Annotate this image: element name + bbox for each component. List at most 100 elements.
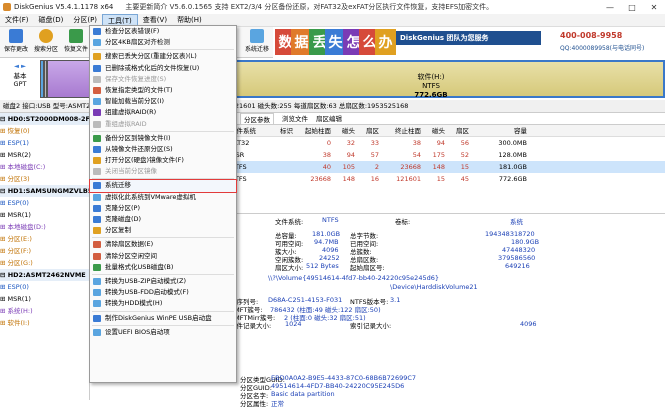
- menu-separator: [92, 178, 234, 180]
- tree-partition-node[interactable]: ⊞ ESP(0): [0, 281, 89, 293]
- app-logo-icon: [3, 3, 11, 11]
- save-changes-button[interactable]: 保存更改: [1, 29, 31, 57]
- tools-menu-item[interactable]: 打开分区(硬盘)镜像文件(F): [90, 155, 236, 166]
- tools-menu-item[interactable]: 清除分区空闲空间: [90, 251, 236, 262]
- detail-totalbytes-value: 194348318720: [485, 230, 535, 238]
- tools-menu-item[interactable]: 系统迁移: [89, 179, 237, 193]
- tree-partition-node[interactable]: ⊞ 软件(I:): [0, 317, 89, 329]
- next-disk-button[interactable]: ►: [21, 62, 26, 70]
- column-header[interactable]: 起始柱面: [295, 125, 333, 136]
- tools-menu-item[interactable]: 分区复制: [90, 225, 236, 236]
- tree-disk-node[interactable]: ⊟ HD1:SAMSUNGMZVLB512: [0, 185, 89, 197]
- tools-menu-item[interactable]: 清除扇区数据(E): [90, 239, 236, 250]
- prev-disk-button[interactable]: ◄: [14, 62, 19, 70]
- menu-file[interactable]: 文件(F): [0, 14, 34, 27]
- tree-partition-node[interactable]: ⊞ 分区(G:): [0, 257, 89, 269]
- tools-menu-item[interactable]: 搜索已丢失分区(重建分区表)(L): [90, 51, 236, 62]
- menu-item-label: 清除扇区数据(E): [105, 240, 154, 249]
- detail-device-path: \Device\HarddiskVolume21: [390, 283, 478, 291]
- menu-item-icon: [93, 289, 101, 297]
- tools-menu-item[interactable]: 检查分区表错误(F): [90, 26, 236, 37]
- table-cell: 94: [436, 139, 445, 147]
- tools-menu-item[interactable]: 智能加载当前分区(I): [90, 96, 236, 107]
- column-header[interactable]: 扇区: [357, 125, 381, 136]
- disk-nav: ◄ ► 基本 GPT: [3, 62, 37, 88]
- tools-menu-item[interactable]: 制作DiskGenius WinPE USB启动盘: [90, 313, 236, 324]
- table-cell: 181.0GB: [498, 163, 527, 171]
- tree-partition-node[interactable]: ⊞ 本地磁盘(C:): [0, 161, 89, 173]
- system-migration-button[interactable]: 系统迁移: [240, 29, 274, 57]
- menu-item-icon: [93, 39, 101, 47]
- search-partition-button[interactable]: 搜索分区: [31, 29, 61, 57]
- column-header[interactable]: 磁头: [333, 125, 357, 136]
- tree-partition-node[interactable]: ⊞ MSR(1): [0, 293, 89, 305]
- menu-item-label: 智能加载当前分区(I): [105, 97, 164, 106]
- partition-segment-software[interactable]: 软件(H:) NTFS 772.6GB: [197, 60, 665, 99]
- tools-menu-item[interactable]: 已删除或格式化后的文件恢复(U): [90, 63, 236, 74]
- detail-freeclus-value: 24252: [319, 254, 340, 262]
- table-cell: 16: [370, 175, 379, 183]
- menu-item-icon: [93, 277, 101, 285]
- close-button[interactable]: ✕: [643, 0, 665, 14]
- tools-menu-item[interactable]: 恢复指定类型的文件(T): [90, 85, 236, 96]
- column-header[interactable]: 磁头: [423, 125, 447, 136]
- tab-sector-edit[interactable]: 扇区编辑: [316, 113, 342, 124]
- tree-partition-node[interactable]: ⊞ MSR(1): [0, 209, 89, 221]
- tab-partition-params[interactable]: 分区参数: [240, 113, 274, 124]
- minimize-button[interactable]: —: [599, 0, 621, 14]
- menu-item-label: 转换为USB-ZIP启动模式(Z): [105, 276, 187, 285]
- menu-item-label: 批量格式化USB磁盘(B): [105, 262, 174, 271]
- recover-files-button[interactable]: 恢复文件: [61, 29, 91, 57]
- column-header[interactable]: 终止柱面: [381, 125, 423, 136]
- table-cell: 15: [436, 175, 445, 183]
- tools-menu-item[interactable]: 转换为USB-FDD启动模式(F): [90, 287, 236, 298]
- tree-partition-node[interactable]: ⊞ 系统(H:): [0, 305, 89, 317]
- column-header[interactable]: 扇区: [447, 125, 471, 136]
- menu-item-icon: [93, 241, 101, 249]
- detail-clusters-value: 47448320: [502, 246, 536, 254]
- maximize-button[interactable]: □: [621, 0, 643, 14]
- save-icon: [9, 29, 23, 43]
- tree-partition-node[interactable]: ⊞ MSR(2): [0, 149, 89, 161]
- tools-menu-item[interactable]: 克隆分区(P): [90, 203, 236, 214]
- tools-menu-item[interactable]: 虚拟化此系统到VMware虚拟机: [90, 192, 236, 203]
- table-cell: 33: [370, 139, 379, 147]
- detail-ntfsver-value: 3.1: [390, 296, 401, 304]
- tools-menu-item[interactable]: 批量格式化USB磁盘(B): [90, 262, 236, 273]
- menu-separator: [92, 130, 234, 132]
- tools-menu-item[interactable]: 备份分区到镜像文件(I): [90, 133, 236, 144]
- tools-menu-item[interactable]: 克隆磁盘(D): [90, 214, 236, 225]
- tools-menu-item[interactable]: 分区4KB扇区对齐检测: [90, 37, 236, 48]
- menu-item-label: 分区复制: [105, 226, 131, 235]
- migration-icon: [250, 29, 264, 43]
- detail-fs-value: NTFS: [322, 216, 339, 224]
- tools-menu-item[interactable]: 转换为HDD模式(H): [90, 298, 236, 309]
- tree-partition-node[interactable]: ⊞ 分区(E:): [0, 233, 89, 245]
- tools-dropdown-menu: 检查分区表错误(F) 分区4KB扇区对齐检测 搜索已丢失分区(重建分区表)(L) 已删…: [89, 25, 237, 383]
- menu-item-label: 制作DiskGenius WinPE USB启动盘: [105, 313, 212, 322]
- tree-partition-node[interactable]: ⊞ 分区(F:): [0, 245, 89, 257]
- banner-ad[interactable]: 数 据 丢 失 怎 么 办 DiskGenius 团队为您服务 400-008-…: [273, 27, 665, 58]
- menu-disk[interactable]: 磁盘(D): [34, 14, 69, 27]
- column-header[interactable]: 容量: [471, 125, 529, 136]
- detail-secsize-value: 512 Bytes: [306, 262, 339, 270]
- tree-partition-node[interactable]: ⊞ 本地磁盘(D:): [0, 221, 89, 233]
- table-cell: 45: [460, 175, 469, 183]
- menu-item-icon: [93, 263, 101, 271]
- tools-menu-item[interactable]: 转换为USB-ZIP启动模式(Z): [90, 276, 236, 287]
- tree-disk-node[interactable]: ⊟ HD2:ASMT2462NVME: [0, 269, 89, 281]
- tools-menu-item[interactable]: 组建虚拟RAID(R): [90, 107, 236, 118]
- tools-menu-item[interactable]: 设置UEFI BIOS启动项: [90, 327, 236, 338]
- menu-item-icon: [93, 300, 101, 308]
- tree-partition-node[interactable]: ⊞ ESP(0): [0, 197, 89, 209]
- tab-browse-files[interactable]: 浏览文件: [282, 113, 308, 124]
- tools-menu-item[interactable]: 从镜像文件还原分区(S): [90, 144, 236, 155]
- menu-separator: [92, 324, 234, 326]
- tree-partition-node[interactable]: ⊞ 恢复(0): [0, 125, 89, 137]
- tree-partition-node[interactable]: ⊞ 分区(3): [0, 173, 89, 185]
- menu-item-icon: [93, 86, 101, 94]
- tree-disk-node[interactable]: ⊟ HD0:ST2000DM008-2FR102(1863GB): [0, 113, 89, 125]
- update-notice[interactable]: 主要更新简介 V5.6.0.1565 支持 EXT2/3/4 分区备份还原，对F…: [125, 2, 493, 12]
- tree-partition-node[interactable]: ⊞ ESP(1): [0, 137, 89, 149]
- column-header[interactable]: 标识: [273, 125, 295, 136]
